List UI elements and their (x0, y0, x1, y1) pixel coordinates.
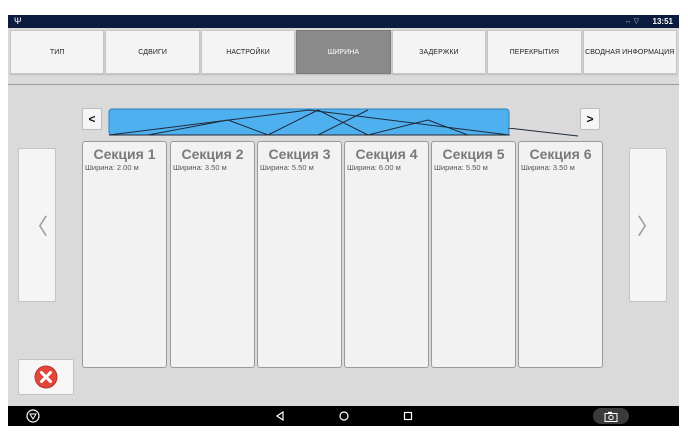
tab-bar: ТИП СДВИГИ НАСТРОЙКИ ШИРИНА ЗАДЕРЖКИ ПЕР… (10, 30, 677, 74)
boom-prev-button[interactable]: < (82, 108, 102, 130)
section-card[interactable]: Секция 6 Ширина: 3.50 м (518, 141, 603, 368)
page-next-button[interactable]: 〉 (629, 148, 667, 302)
sections-list: Секция 1 Ширина: 2.00 м Секция 2 Ширина:… (82, 141, 605, 368)
section-width: Ширина: 6.00 м (347, 163, 401, 172)
tab-settings[interactable]: НАСТРОЙКИ (200, 30, 296, 74)
boom-next-button[interactable]: > (580, 108, 600, 130)
system-nav-bar (8, 406, 679, 426)
boom-tail (508, 128, 579, 137)
recents-icon[interactable] (398, 406, 418, 426)
section-width: Ширина: 2.00 м (85, 163, 139, 172)
tab-overlaps[interactable]: ПЕРЕКРЫТИЯ (487, 30, 582, 74)
main-area: ТИП СДВИГИ НАСТРОЙКИ ШИРИНА ЗАДЕРЖКИ ПЕР… (8, 28, 679, 406)
camera-icon[interactable] (593, 408, 629, 424)
section-card[interactable]: Секция 4 Ширина: 6.00 м (344, 141, 429, 368)
section-title: Секция 5 (442, 146, 505, 162)
app-window: Ψ ↔ ▽ 13:51 ТИП СДВИГИ НАСТРОЙКИ ШИРИНА … (0, 0, 688, 432)
tab-divider (8, 84, 679, 85)
section-title: Секция 6 (529, 146, 592, 162)
section-card[interactable]: Секция 1 Ширина: 2.00 м (82, 141, 167, 368)
page-prev-button[interactable]: 〈 (18, 148, 56, 302)
back-icon[interactable] (270, 406, 290, 426)
section-width: Ширина: 5.50 м (434, 163, 488, 172)
section-card[interactable]: Секция 5 Ширина: 5.50 м (431, 141, 516, 368)
section-width: Ширина: 5.50 м (260, 163, 314, 172)
cancel-button[interactable] (18, 359, 74, 395)
tab-type[interactable]: ТИП (10, 30, 105, 74)
signal-icon: ↔ ▽ (624, 18, 639, 25)
section-card[interactable]: Секция 2 Ширина: 3.50 м (170, 141, 255, 368)
tab-width[interactable]: ШИРИНА (296, 30, 391, 74)
boom-diagram (108, 108, 510, 136)
section-title: Секция 3 (268, 146, 331, 162)
tab-offsets[interactable]: СДВИГИ (105, 30, 200, 74)
home-icon[interactable] (334, 406, 354, 426)
section-title: Секция 1 (93, 146, 156, 162)
clock-time: 13:51 (652, 17, 673, 26)
close-icon (34, 365, 58, 389)
status-bar: Ψ ↔ ▽ 13:51 (8, 15, 679, 28)
tab-delays[interactable]: ЗАДЕРЖКИ (391, 30, 487, 74)
tab-summary[interactable]: СВОДНАЯ ИНФОРМАЦИЯ (582, 30, 677, 74)
section-title: Секция 2 (181, 146, 244, 162)
section-width: Ширина: 3.50 м (173, 163, 227, 172)
section-title: Секция 4 (355, 146, 418, 162)
section-card[interactable]: Секция 3 Ширина: 5.50 м (257, 141, 342, 368)
usb-icon: Ψ (14, 16, 22, 26)
triangle-menu-icon[interactable] (23, 406, 43, 426)
section-width: Ширина: 3.50 м (521, 163, 575, 172)
